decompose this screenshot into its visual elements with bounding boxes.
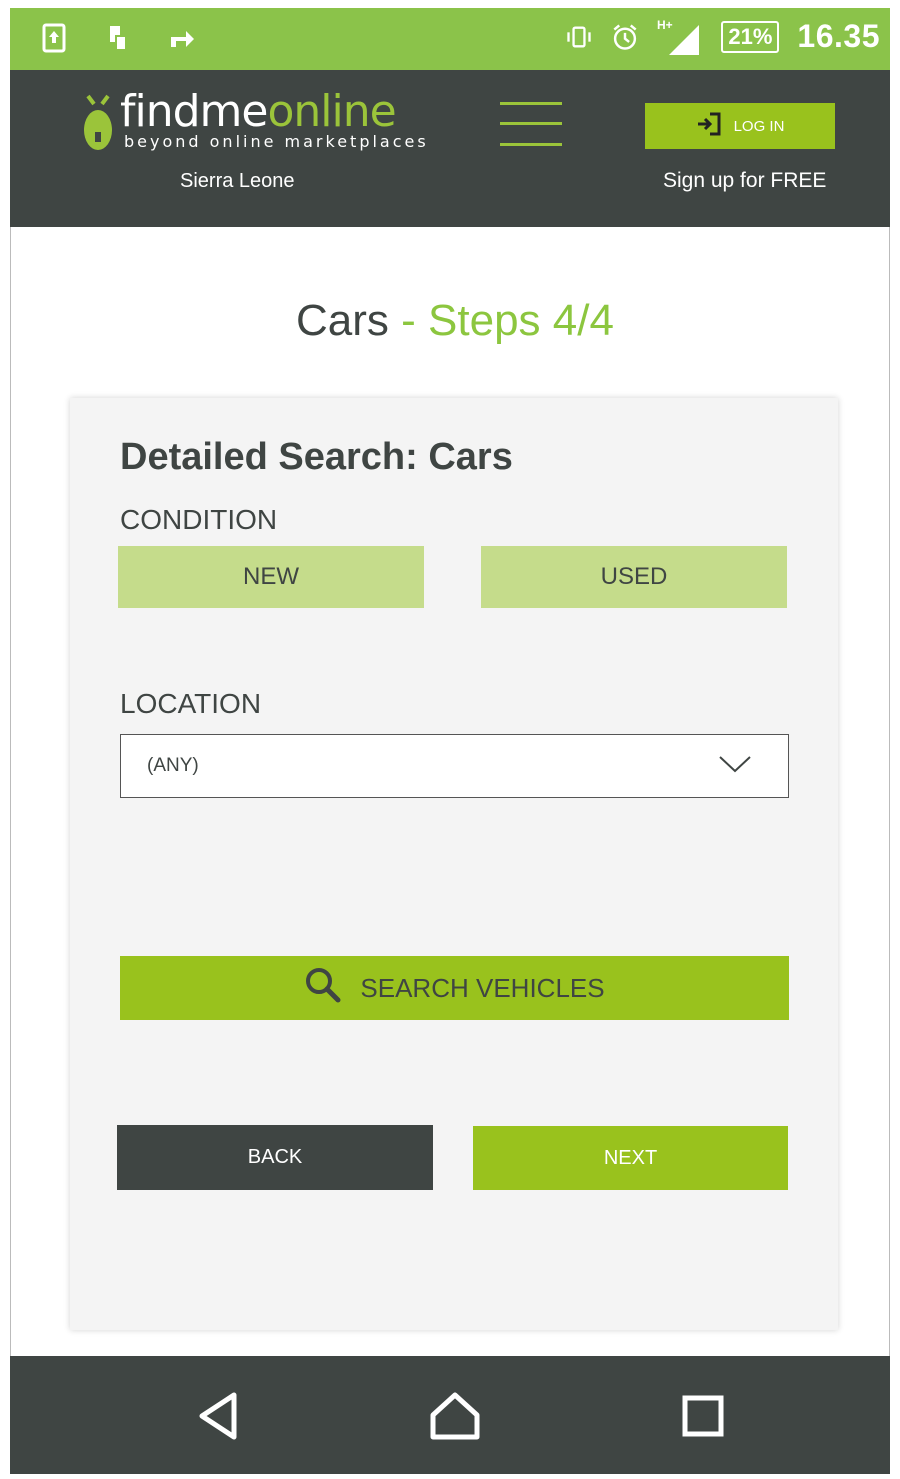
- page-title-main: Cars: [296, 296, 389, 345]
- condition-used-button[interactable]: USED: [481, 546, 787, 608]
- back-icon[interactable]: [188, 1386, 248, 1446]
- login-button[interactable]: LOG IN: [645, 103, 835, 149]
- search-vehicles-label: SEARCH VEHICLES: [360, 972, 605, 1003]
- logo-tagline: beyond online marketplaces: [124, 132, 429, 151]
- search-icon: [304, 966, 342, 1011]
- page-title-step: - Steps 4/4: [388, 296, 614, 345]
- page-title: Cars - Steps 4/4: [0, 296, 900, 346]
- clock: 16.35: [797, 18, 880, 54]
- screenshot-icon: [40, 22, 68, 54]
- next-button[interactable]: NEXT: [473, 1126, 788, 1190]
- lime-logo-icon: [80, 92, 116, 159]
- location-select[interactable]: (ANY): [120, 734, 789, 798]
- vibrate-icon: [565, 21, 593, 53]
- card-title: Detailed Search: Cars: [120, 436, 513, 478]
- left-border: [10, 227, 11, 1356]
- login-label: LOG IN: [733, 117, 785, 135]
- signup-link[interactable]: Sign up for FREE: [663, 169, 826, 193]
- home-icon[interactable]: [425, 1386, 485, 1446]
- login-icon: [696, 111, 722, 141]
- logo-wordmark: findmeonline: [120, 86, 397, 137]
- alarm-icon: [611, 21, 639, 53]
- search-card: Detailed Search: Cars CONDITION NEW USED…: [70, 398, 838, 1330]
- menu-icon[interactable]: [500, 100, 562, 150]
- search-vehicles-button[interactable]: SEARCH VEHICLES: [120, 956, 789, 1020]
- recents-icon[interactable]: [673, 1386, 733, 1446]
- navigation-bar: [10, 1356, 890, 1474]
- chevron-down-icon: [718, 753, 752, 775]
- region-label[interactable]: Sierra Leone: [180, 170, 295, 193]
- condition-label: CONDITION: [120, 504, 278, 535]
- site-header: findmeonline beyond online marketplaces …: [10, 70, 890, 227]
- phone-transfer-icon: [104, 22, 132, 54]
- signal-icon: H+: [657, 18, 703, 55]
- status-bar: H+ 21% 16.35: [10, 8, 890, 70]
- forward-icon: [168, 22, 196, 54]
- location-label: LOCATION: [120, 688, 262, 719]
- battery-indicator: 21%: [721, 20, 780, 53]
- condition-new-button[interactable]: NEW: [118, 546, 424, 608]
- logo[interactable]: findmeonline beyond online marketplaces: [80, 86, 430, 159]
- back-button[interactable]: BACK: [117, 1125, 433, 1190]
- right-border: [889, 227, 890, 1356]
- svg-text:H+: H+: [657, 18, 673, 32]
- location-value: (ANY): [147, 755, 199, 776]
